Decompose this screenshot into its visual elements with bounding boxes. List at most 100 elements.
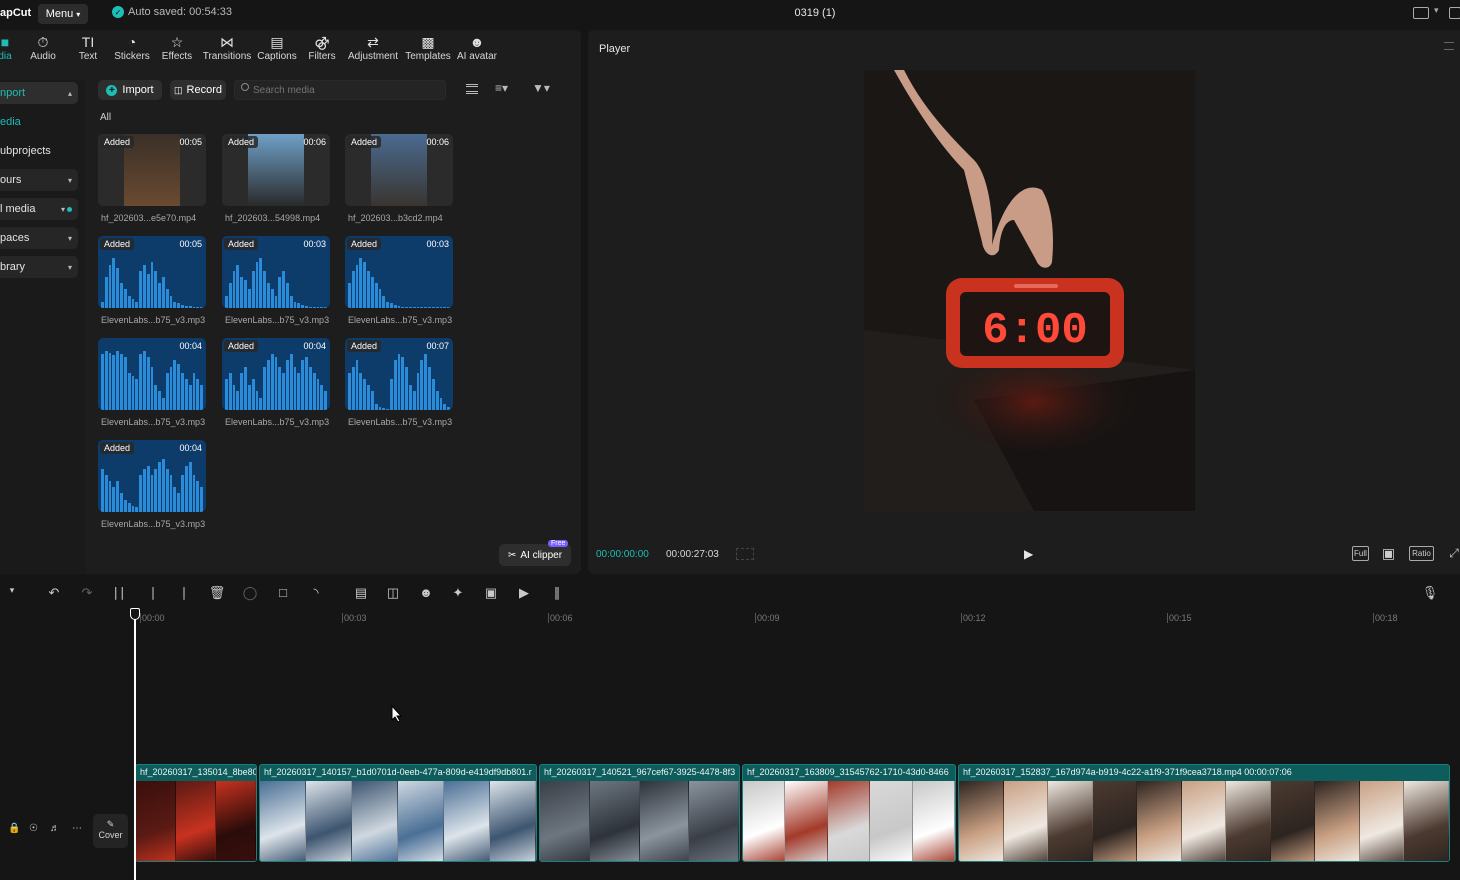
audio-thumbnail[interactable]: Added 00:03 — [222, 236, 330, 308]
audio-thumbnail[interactable]: Added 00:05 — [98, 236, 206, 308]
search-input[interactable] — [234, 80, 446, 100]
audio-thumbnail[interactable]: Added 00:03 — [345, 236, 453, 308]
timeline-clip[interactable]: hf_20260317_163809_31545762-1710-43d0-84… — [742, 764, 956, 862]
player-panel: Player 6:00 00:00:00:00 00:00:27:03 ▶ Fu — [588, 30, 1460, 574]
sidebar-item-library[interactable]: brary ▾ — [0, 256, 78, 278]
tab-transitions[interactable]: ⋈ Transitions — [202, 34, 252, 62]
audio-thumbnail[interactable]: Added 00:04 — [98, 440, 206, 512]
captions-tool-icon[interactable]: ▤ — [352, 585, 370, 601]
tab-audio[interactable]: ⏱ Audio — [28, 34, 58, 62]
chevron-down-icon: ▾ — [67, 262, 72, 272]
project-title[interactable]: 0319 (1) — [780, 7, 850, 19]
record-button[interactable]: ◫ Record — [170, 80, 226, 100]
chevron-down-icon[interactable]: ▾ — [3, 585, 21, 596]
hd-icon[interactable]: ▣ — [482, 585, 500, 601]
ratio-button[interactable]: Ratio — [1409, 546, 1434, 561]
eye-icon[interactable]: ☉ — [29, 823, 38, 834]
marker-icon[interactable]: ◯ — [241, 585, 259, 601]
waveform-bar — [270, 289, 274, 308]
crop-icon[interactable]: □ — [274, 585, 292, 600]
chevron-down-icon[interactable]: ▾ — [1434, 5, 1439, 16]
tab-templates[interactable]: ▩ Templates — [404, 34, 452, 62]
clip-frame — [959, 781, 1004, 861]
delete-icon[interactable]: 🗑 — [208, 585, 226, 601]
track-area[interactable]: 🔒 ☉ ♬ ⋯ ✎ Cover hf_20260317_135014_8be80 h… — [0, 628, 1460, 880]
tab-captions[interactable]: ▤ Captions — [257, 34, 297, 62]
menu-icon[interactable] — [1444, 42, 1454, 50]
tab-text[interactable]: TI Text — [76, 34, 100, 62]
volume-icon[interactable]: ♬ — [50, 823, 60, 834]
waveform-bar — [173, 360, 177, 410]
ai-clipper-button[interactable]: ✂ AI clipper — [499, 544, 571, 566]
split-right-icon[interactable]: ∣ — [175, 585, 193, 601]
ruler-tick-label: 00:12 — [963, 613, 986, 623]
timeline-clip[interactable]: hf_20260317_135014_8be80 — [135, 764, 257, 862]
audio-thumbnail[interactable]: 00:04 — [98, 338, 206, 410]
video-preview[interactable]: 6:00 — [864, 70, 1195, 511]
duration-label: 00:04 — [179, 443, 202, 453]
layout-icon[interactable] — [1413, 7, 1429, 19]
all-filter-label[interactable]: All — [100, 112, 111, 123]
filter-icon[interactable]: ▼▾ — [532, 81, 550, 95]
panels-icon[interactable] — [1449, 7, 1460, 19]
undo-icon[interactable]: ↶ — [45, 585, 63, 601]
waveform-bar — [108, 352, 112, 410]
play-button[interactable]: ▶ — [1024, 547, 1033, 561]
tab-media[interactable]: ■ dia — [0, 34, 14, 62]
sidebar-item-ai-media[interactable]: l media ▾ — [0, 198, 78, 220]
lock-icon[interactable]: 🔒 — [8, 823, 20, 834]
playhead-handle[interactable] — [130, 608, 140, 620]
sidebar-item-media[interactable]: edia — [0, 111, 78, 133]
added-badge: Added — [224, 136, 259, 148]
screenshot-icon[interactable]: ▣ — [1381, 545, 1396, 561]
audio-icon: ⏱ — [37, 34, 49, 50]
import-button[interactable]: + Import — [98, 80, 162, 100]
clip-frame — [216, 781, 256, 861]
speed-icon[interactable]: ◝ — [307, 585, 325, 601]
person-icon[interactable]: ☻ — [417, 585, 435, 600]
split-icon[interactable]: ∣∣ — [110, 585, 128, 601]
tab-effects[interactable]: ☆ Effects — [160, 34, 194, 62]
waveform-bar — [324, 306, 327, 308]
tab-label: Transitions — [202, 51, 252, 62]
magic-wand-icon[interactable]: ✦ — [449, 585, 467, 601]
sidebar-item-subprojects[interactable]: ubprojects — [0, 140, 78, 162]
menu-button[interactable]: Menu ▾ — [38, 4, 88, 24]
sort-icon[interactable]: ≡▾ — [495, 81, 508, 95]
tab-filters[interactable]: ⚣ Filters — [307, 34, 337, 62]
waveform-bar — [162, 397, 165, 410]
full-button[interactable]: Full — [1352, 546, 1369, 561]
waveform-bar — [196, 306, 200, 308]
timeline-clip[interactable]: hf_20260317_152837_167d974a-b919-4c22-a1… — [958, 764, 1450, 862]
sidebar-item-spaces[interactable]: paces ▾ — [0, 227, 78, 249]
sidebar-item-yours[interactable]: ours ▾ — [0, 169, 78, 191]
waveform-bar — [305, 357, 308, 410]
audio-thumbnail[interactable]: Added 00:07 — [345, 338, 453, 410]
sidebar-item-import[interactable]: nport ▴ — [0, 82, 78, 104]
tab-stickers[interactable]: ◔ Stickers — [113, 34, 151, 62]
playhead[interactable] — [134, 610, 136, 880]
tab-ai-avatar[interactable]: ☻ AI avatar — [456, 34, 498, 62]
waveform-bar — [270, 354, 274, 410]
video-thumbnail[interactable]: Added 00:06 — [222, 134, 330, 206]
more-icon[interactable]: ⋯ — [72, 823, 82, 834]
timeline-clip[interactable]: hf_20260317_140157_b1d0701d-0eeb-477a-80… — [259, 764, 537, 862]
export-frame-icon[interactable]: ▶ — [515, 585, 533, 601]
waveform-bar — [139, 354, 142, 410]
cover-button[interactable]: ✎ Cover — [93, 814, 128, 848]
mirror-icon[interactable]: ◫ — [384, 585, 402, 601]
microphone-icon[interactable]: 🎙 — [1421, 585, 1439, 601]
timeline-clip[interactable]: hf_20260317_140521_967cef67-3925-4478-8f… — [539, 764, 740, 862]
fullscreen-icon[interactable]: ⤢ — [1448, 546, 1460, 561]
audio-thumbnail[interactable]: Added 00:04 — [222, 338, 330, 410]
split-left-icon[interactable]: ∣ — [144, 585, 162, 601]
waveform-bar — [165, 372, 169, 410]
timecode-view-icon[interactable] — [736, 548, 754, 560]
timeline-ruler[interactable]: 00:00 00:03 00:06 00:09 00:12 00:15 00:18 — [0, 608, 1460, 628]
video-thumbnail[interactable]: Added 00:05 — [98, 134, 206, 206]
redo-icon[interactable]: ↷ — [78, 585, 96, 601]
video-thumbnail[interactable]: Added 00:06 — [345, 134, 453, 206]
grid-view-icon[interactable] — [466, 84, 478, 94]
audio-wave-icon[interactable]: ∥ — [548, 585, 566, 601]
tab-adjustment[interactable]: ⇄ Adjustment — [347, 34, 399, 62]
